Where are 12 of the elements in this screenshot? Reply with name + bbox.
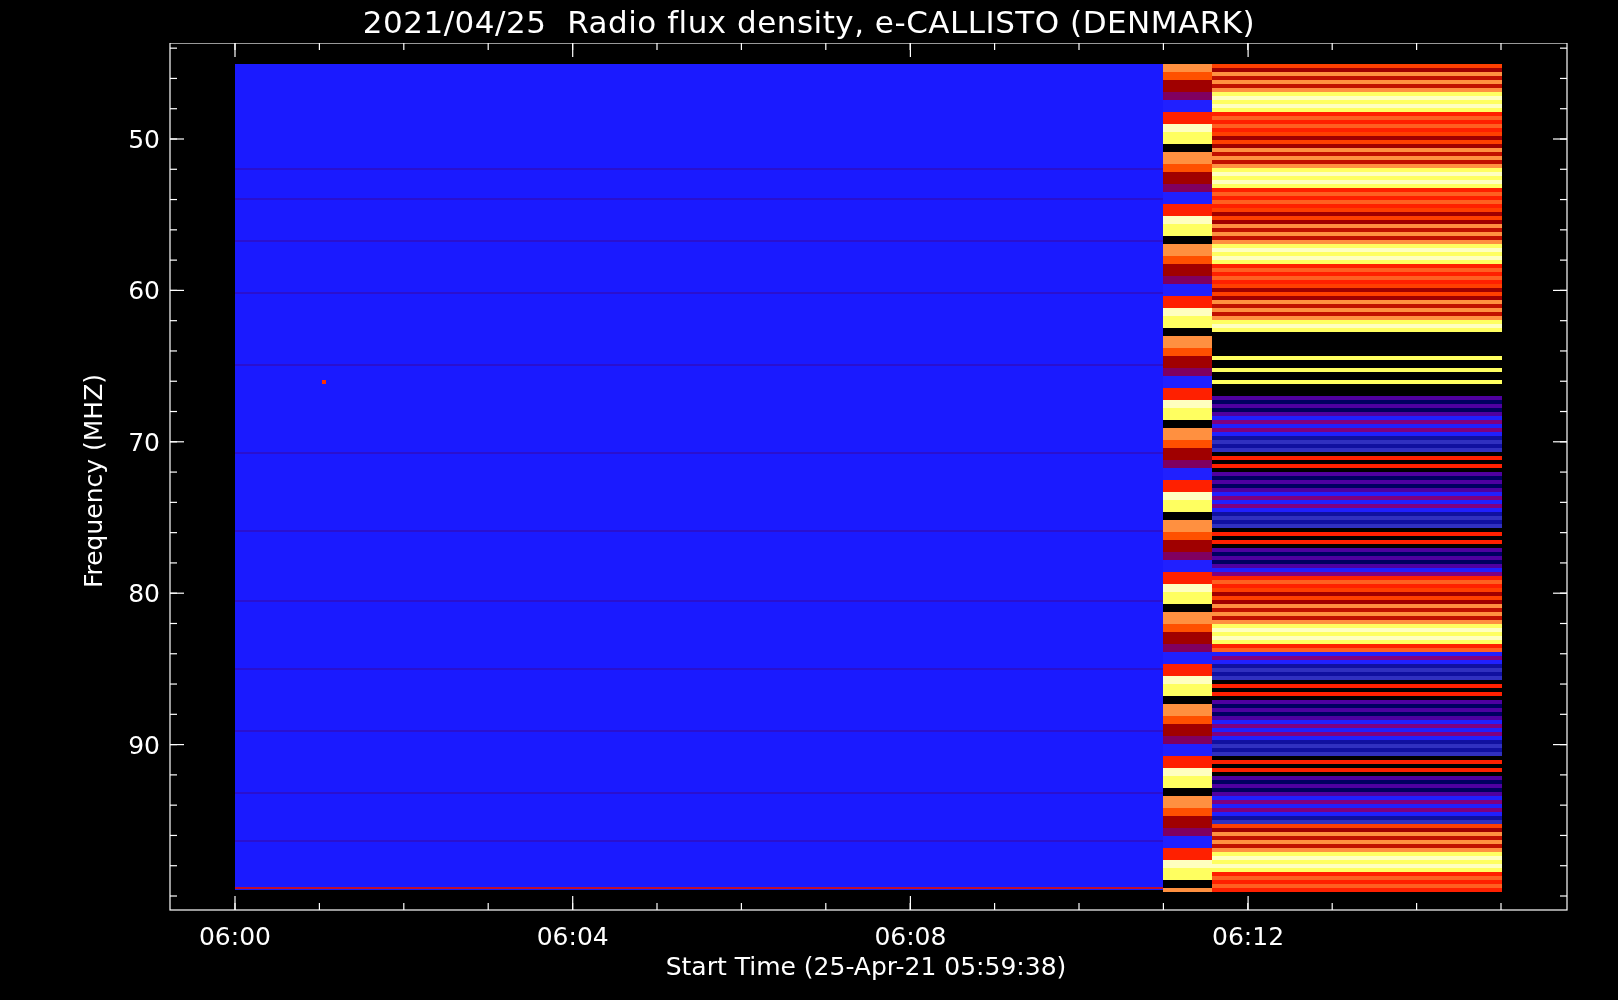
y-axis-label: Frequency (MHZ) xyxy=(79,373,108,589)
chart-title: 2021/04/25 Radio flux density, e-CALLISTO (DENMARK) xyxy=(361,2,1257,42)
x-tick-label: 06:04 xyxy=(536,922,609,951)
x-tick-label: 06:00 xyxy=(199,922,271,951)
x-axis-label: Start Time (25-Apr-21 05:59:38) xyxy=(665,952,1067,981)
y-tick-label: 80 xyxy=(128,579,160,609)
y-tick-label: 90 xyxy=(128,730,160,760)
y-tick-label: 50 xyxy=(128,125,160,154)
y-tick-label: 60 xyxy=(128,276,160,306)
y-tick-label: 70 xyxy=(128,427,160,457)
x-tick-label: 06:08 xyxy=(874,922,947,951)
x-tick-label: 06:12 xyxy=(1212,922,1285,951)
